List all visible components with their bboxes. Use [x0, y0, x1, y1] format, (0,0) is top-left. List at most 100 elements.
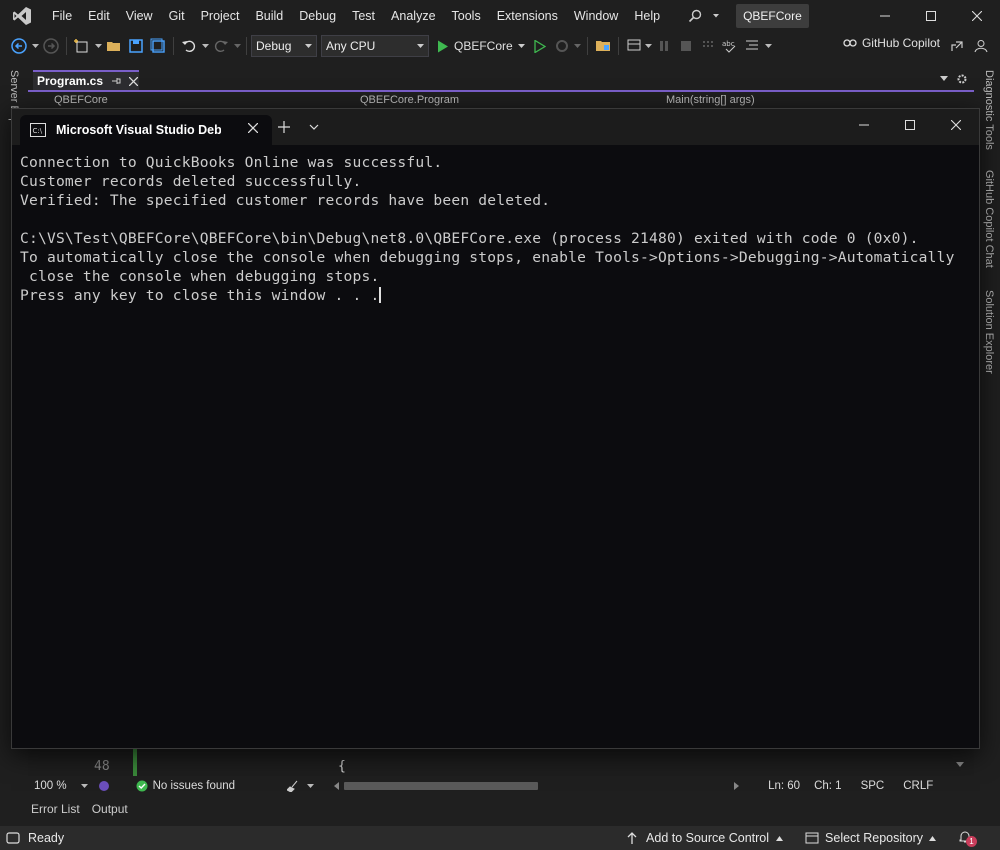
open-file-button[interactable]	[103, 35, 125, 57]
solution-platform-select[interactable]: Any CPU	[321, 35, 429, 57]
save-all-button[interactable]	[147, 35, 169, 57]
select-repository-button[interactable]: Select Repository	[825, 831, 923, 845]
line-indicator[interactable]: Ln: 60	[768, 780, 800, 792]
line-ending-indicator[interactable]: CRLF	[903, 780, 933, 792]
minimize-icon	[859, 124, 869, 126]
menu-help[interactable]: Help	[626, 0, 668, 32]
nav-project-dropdown[interactable]: QBEFCore	[54, 94, 108, 106]
menu-build[interactable]: Build	[247, 0, 291, 32]
copilot-status-icon[interactable]	[98, 780, 110, 792]
menu-analyze[interactable]: Analyze	[383, 0, 443, 32]
close-icon[interactable]	[129, 76, 139, 86]
diagnostic-tools-tab[interactable]: Diagnostic Tools	[983, 70, 995, 150]
scroll-left-icon[interactable]	[334, 782, 340, 790]
toolbar-overflow-button[interactable]	[763, 35, 775, 57]
navigate-forward-button[interactable]	[40, 35, 62, 57]
stop-button[interactable]	[675, 35, 697, 57]
document-tab-strip: Program.cs	[28, 70, 974, 92]
zoom-level[interactable]: 100 %	[34, 780, 67, 792]
menu-debug[interactable]: Debug	[291, 0, 344, 32]
menu-git[interactable]: Git	[161, 0, 193, 32]
menu-test[interactable]: Test	[344, 0, 383, 32]
maximize-button[interactable]	[908, 0, 954, 32]
open-folder-button[interactable]	[592, 35, 614, 57]
chevron-up-icon[interactable]	[776, 835, 784, 841]
svg-text:C:\: C:\	[33, 127, 43, 135]
menu-project[interactable]: Project	[193, 0, 248, 32]
new-item-dropdown[interactable]	[93, 35, 103, 57]
notifications-button[interactable]: 1	[958, 830, 977, 847]
navigate-back-button[interactable]	[8, 35, 30, 57]
spell-check-button[interactable]: abc	[719, 35, 741, 57]
menu-edit[interactable]: Edit	[80, 0, 118, 32]
redo-button[interactable]	[210, 35, 232, 57]
close-icon[interactable]	[248, 123, 258, 133]
console-maximize-button[interactable]	[887, 109, 933, 141]
chevron-down-icon[interactable]	[307, 783, 315, 789]
column-indicator[interactable]: Ch: 1	[814, 780, 842, 792]
gear-icon[interactable]	[956, 73, 968, 85]
forward-arrow-icon	[43, 38, 59, 54]
format-button[interactable]	[741, 35, 763, 57]
console-close-button[interactable]	[933, 109, 979, 141]
nav-member-dropdown[interactable]: Main(string[] args)	[666, 94, 755, 106]
window-controls	[862, 0, 1000, 32]
profile-dropdown-button[interactable]	[304, 117, 324, 137]
start-debugging-button[interactable]: QBEFCore	[433, 39, 529, 53]
search-button[interactable]	[682, 0, 728, 32]
scroll-right-icon[interactable]	[734, 782, 740, 790]
undo-button[interactable]	[178, 35, 200, 57]
chevron-up-icon[interactable]	[929, 835, 936, 841]
layout-dropdown[interactable]	[645, 35, 653, 57]
account-button[interactable]	[970, 35, 992, 57]
nav-class-dropdown[interactable]: QBEFCore.Program	[360, 94, 459, 106]
new-tab-button[interactable]	[274, 117, 294, 137]
menu-tools[interactable]: Tools	[444, 0, 489, 32]
add-to-source-control-button[interactable]: Add to Source Control	[646, 831, 769, 845]
pin-icon[interactable]	[111, 76, 121, 86]
navigate-back-dropdown[interactable]	[30, 35, 40, 57]
console-tab[interactable]: C:\ Microsoft Visual Studio Debug Consol…	[20, 115, 272, 145]
chevron-down-icon[interactable]	[80, 783, 88, 789]
issues-status[interactable]: No issues found	[153, 780, 235, 792]
menu-view[interactable]: View	[118, 0, 161, 32]
hot-reload-dropdown[interactable]	[573, 35, 583, 57]
cleanup-brush-icon[interactable]	[287, 780, 299, 792]
play-icon	[438, 40, 448, 52]
code-line: {	[338, 759, 346, 774]
new-project-button[interactable]	[71, 35, 93, 57]
github-copilot-button[interactable]: GitHub Copilot	[842, 35, 940, 51]
close-icon	[951, 120, 961, 130]
solution-explorer-tab[interactable]: Solution Explorer	[983, 290, 995, 374]
whitespace-indicator[interactable]: SPC	[861, 780, 885, 792]
tab-list-dropdown-icon[interactable]	[940, 76, 948, 82]
save-button[interactable]	[125, 35, 147, 57]
start-without-debugging-button[interactable]	[529, 35, 551, 57]
console-output[interactable]: Connection to QuickBooks Online was succ…	[20, 153, 970, 305]
hot-reload-button[interactable]	[551, 35, 573, 57]
layout-button[interactable]	[623, 35, 645, 57]
scroll-down-icon[interactable]	[956, 762, 964, 768]
step-into-button[interactable]	[697, 35, 719, 57]
copilot-chat-tab[interactable]: GitHub Copilot Chat	[983, 170, 995, 268]
close-button[interactable]	[954, 0, 1000, 32]
visual-studio-logo-icon[interactable]	[0, 0, 44, 32]
live-share-button[interactable]	[946, 35, 968, 57]
tab-error-list[interactable]: Error List	[31, 802, 80, 816]
menu-window[interactable]: Window	[566, 0, 626, 32]
redo-dropdown[interactable]	[232, 35, 242, 57]
solution-configuration-select[interactable]: Debug	[251, 35, 317, 57]
chevron-down-icon	[309, 124, 319, 130]
maximize-icon	[926, 11, 936, 21]
tab-program-cs[interactable]: Program.cs	[33, 70, 139, 90]
console-minimize-button[interactable]	[841, 109, 887, 141]
undo-dropdown[interactable]	[200, 35, 210, 57]
menu-file[interactable]: File	[44, 0, 80, 32]
horizontal-scrollbar-thumb[interactable]	[344, 782, 539, 790]
debug-console-window: C:\ Microsoft Visual Studio Debug Consol…	[11, 108, 980, 749]
tab-output[interactable]: Output	[92, 802, 128, 816]
pause-button[interactable]	[653, 35, 675, 57]
minimize-button[interactable]	[862, 0, 908, 32]
menu-extensions[interactable]: Extensions	[489, 0, 566, 32]
solution-name-badge[interactable]: QBEFCore	[736, 4, 809, 28]
